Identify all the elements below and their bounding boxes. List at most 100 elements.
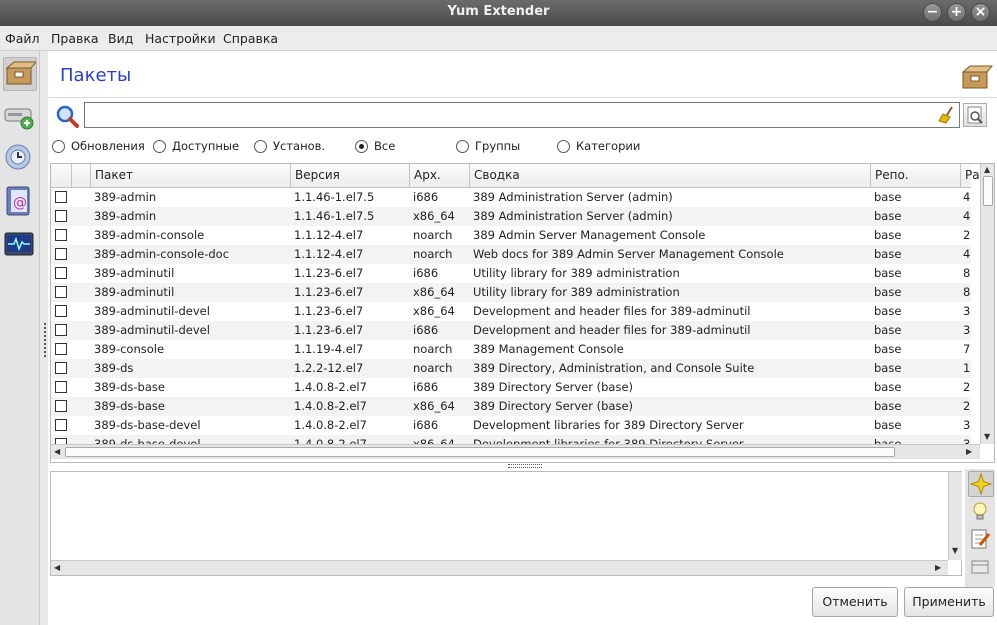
search-input[interactable] [84, 102, 960, 128]
row-checkbox[interactable] [55, 381, 67, 393]
cell-arch: noarch [413, 228, 453, 242]
row-checkbox[interactable] [55, 305, 67, 317]
cell-package: 389-adminutil-devel [94, 304, 210, 318]
table-vertical-scroll-thumb[interactable] [983, 176, 993, 206]
info-vertical-scrollbar[interactable]: ▼ [948, 472, 962, 560]
table-row[interactable]: 389-ds-base 1.4.0.8-2.el7 i686 389 Director… [51, 378, 971, 397]
cancel-button[interactable]: Отменить [812, 587, 898, 617]
cell-version: 1.4.0.8-2.el7 [294, 437, 367, 444]
cell-package: 389-adminutil [94, 266, 175, 280]
cell-package: 389-ds [94, 361, 134, 375]
header-version[interactable]: Версия [290, 164, 409, 188]
radio-updates-label[interactable]: Обновления [71, 139, 145, 153]
info-tips-button[interactable] [968, 499, 994, 525]
row-checkbox[interactable] [55, 362, 67, 374]
radio-updates[interactable] [52, 140, 65, 153]
header-summary[interactable]: Сводка [469, 164, 870, 188]
row-checkbox[interactable] [55, 324, 67, 336]
table-horizontal-scroll-thumb[interactable] [65, 447, 895, 457]
radio-all-label[interactable]: Все [374, 139, 395, 153]
radio-groups[interactable] [456, 140, 469, 153]
row-checkbox[interactable] [55, 210, 67, 222]
sidebar-output[interactable] [3, 229, 37, 263]
header-select[interactable] [51, 164, 71, 188]
files-icon [971, 560, 989, 574]
info-horizontal-scrollbar[interactable]: ◀ ▶ [51, 560, 948, 575]
cell-repo: base [874, 418, 902, 432]
clear-search-icon[interactable] [938, 106, 956, 124]
row-checkbox[interactable] [55, 343, 67, 355]
tips-icon [973, 502, 987, 520]
menu-file[interactable]: Файл [5, 31, 40, 46]
row-checkbox[interactable] [55, 229, 67, 241]
info-description-button[interactable] [968, 471, 994, 497]
header-size[interactable]: Ра [960, 164, 980, 188]
cell-version: 1.1.19-4.el7 [294, 342, 364, 356]
table-row[interactable]: 389-ds-base-devel 1.4.0.8-2.el7 i686 Develo… [51, 416, 971, 435]
radio-available-label[interactable]: Доступные [172, 139, 239, 153]
table-row[interactable]: 389-admin 1.1.46-1.el7.5 x86_64 389 Adminis… [51, 207, 971, 226]
row-checkbox[interactable] [55, 400, 67, 412]
cell-summary: 389 Admin Server Management Console [473, 228, 706, 242]
cell-size: 34 [963, 304, 971, 318]
sidebar-resize-handle[interactable] [44, 323, 46, 357]
table-row[interactable]: 389-ds-base-devel 1.4.0.8-2.el7 x86_64 Deve… [51, 435, 971, 444]
sidebar-history[interactable] [3, 141, 37, 175]
info-changelog-button[interactable] [968, 527, 994, 553]
table-row[interactable]: 389-adminutil-devel 1.1.23-6.el7 i686 Devel… [51, 321, 971, 340]
minimize-button[interactable]: − [923, 3, 942, 22]
table-row[interactable]: 389-ds-base 1.4.0.8-2.el7 x86_64 389 Direct… [51, 397, 971, 416]
sidebar-packages[interactable] [3, 57, 38, 91]
menu-edit[interactable]: Правка [51, 31, 99, 46]
cell-summary: 389 Directory Server (base) [473, 380, 634, 394]
cell-summary: 389 Management Console [473, 342, 624, 356]
cell-size: 2.1 [963, 380, 971, 394]
repositories-icon [4, 108, 34, 130]
pane-splitter[interactable] [508, 464, 542, 468]
cell-version: 1.4.0.8-2.el7 [294, 399, 367, 413]
radio-installed[interactable] [254, 140, 267, 153]
row-checkbox[interactable] [55, 248, 67, 260]
table-row[interactable]: 389-console 1.1.19-4.el7 noarch 389 Managem… [51, 340, 971, 359]
history-icon [5, 144, 31, 170]
cell-summary: 389 Directory, Administration, and Conso… [473, 361, 755, 375]
cell-arch: i686 [413, 190, 439, 204]
cell-summary: Web docs for 389 Admin Server Management… [473, 247, 784, 261]
cell-arch: i686 [413, 323, 439, 337]
row-checkbox[interactable] [55, 286, 67, 298]
menu-settings[interactable]: Настройки [145, 31, 216, 46]
radio-categories-label[interactable]: Категории [576, 139, 640, 153]
radio-available[interactable] [153, 140, 166, 153]
close-button[interactable]: × [971, 3, 990, 22]
cell-repo: base [874, 437, 902, 444]
sidebar-repositories[interactable] [3, 99, 37, 133]
header-arch[interactable]: Арх. [409, 164, 469, 188]
table-row[interactable]: 389-ds 1.2.2-12.el7 noarch 389 Directory, A… [51, 359, 971, 378]
row-checkbox[interactable] [55, 267, 67, 279]
cell-package: 389-admin-console-doc [94, 247, 230, 261]
table-row[interactable]: 389-admin-console 1.1.12-4.el7 noarch 389 A… [51, 226, 971, 245]
header-repo[interactable]: Репо. [870, 164, 960, 188]
table-vertical-scrollbar[interactable]: ▲ ▼ [980, 164, 994, 444]
radio-groups-label[interactable]: Группы [475, 139, 520, 153]
row-checkbox[interactable] [55, 419, 67, 431]
header-package[interactable]: Пакет [90, 164, 290, 188]
table-row[interactable]: 389-adminutil 1.1.23-6.el7 i686 Utility lib… [51, 264, 971, 283]
table-horizontal-scrollbar[interactable]: ◀ ▶ [51, 444, 980, 459]
maximize-button[interactable]: + [947, 3, 966, 22]
menu-view[interactable]: Вид [108, 31, 133, 46]
apply-button[interactable]: Применить [904, 587, 994, 617]
table-row[interactable]: 389-admin-console-doc 1.1.12-4.el7 noarch W… [51, 245, 971, 264]
radio-all[interactable] [355, 140, 368, 153]
info-files-button[interactable] [968, 555, 994, 581]
radio-installed-label[interactable]: Установ. [273, 139, 325, 153]
row-checkbox[interactable] [55, 191, 67, 203]
table-row[interactable]: 389-adminutil 1.1.23-6.el7 x86_64 Utility l… [51, 283, 971, 302]
cell-repo: base [874, 399, 902, 413]
sidebar-queue[interactable]: @ [3, 185, 37, 219]
search-options-button[interactable] [963, 103, 987, 127]
menu-help[interactable]: Справка [223, 31, 278, 46]
table-row[interactable]: 389-admin 1.1.46-1.el7.5 i686 389 Administr… [51, 188, 971, 207]
radio-categories[interactable] [557, 140, 570, 153]
table-row[interactable]: 389-adminutil-devel 1.1.23-6.el7 x86_64 Dev… [51, 302, 971, 321]
